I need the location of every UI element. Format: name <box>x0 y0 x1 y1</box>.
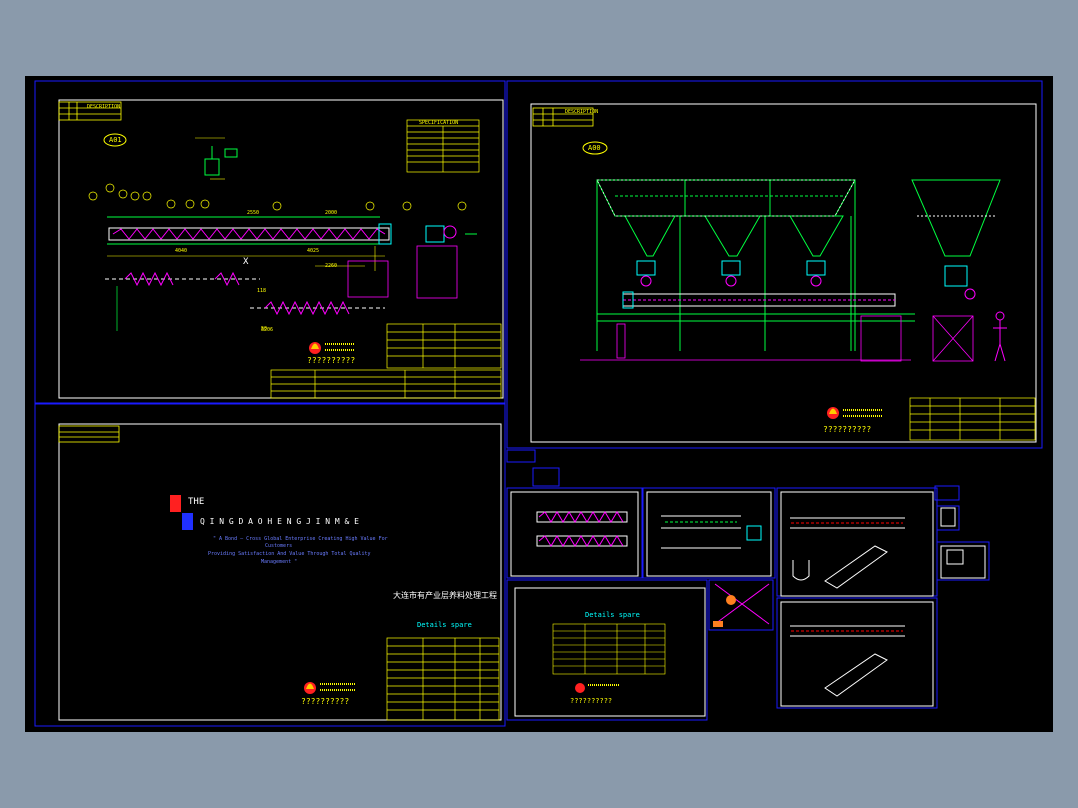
sheet-a00-border <box>530 103 1037 443</box>
drawing-svg <box>34 80 1043 727</box>
cover-table <box>386 637 500 721</box>
details-logo-mark <box>575 683 620 693</box>
a01-balloons <box>88 183 467 211</box>
a00-feeders <box>636 260 826 287</box>
a01-dim-6: 2260 <box>325 263 338 269</box>
a01-dim-8: 8206 <box>261 327 274 333</box>
cover-slogan-2: Customers <box>265 543 293 549</box>
a00-hoppers <box>596 179 915 351</box>
sheet-a00-frame <box>506 80 1043 449</box>
cover-project-cn: 大连市有产业层养料处理工程 <box>393 591 497 600</box>
a01-title-block-text: DESCRIPTION <box>87 104 121 110</box>
cover-brand-the: THE <box>188 497 205 507</box>
a00-sheet-label: A00 <box>588 144 601 152</box>
a00-company-name: ?????????? <box>823 425 872 434</box>
cover-project-sub: Details spare <box>417 621 472 629</box>
cover-brand-name: Q I N G D A O H E N G J I N M & E <box>200 517 359 526</box>
cover-slogan-4: Management " <box>261 559 298 565</box>
details-title: Details spare <box>585 611 640 619</box>
a01-dim-1: 4040 <box>175 248 188 254</box>
a01-company-name: ?????????? <box>307 356 356 365</box>
a01-section-detail <box>204 146 238 176</box>
cover-logo-mark <box>304 682 355 694</box>
cover-company-name: ?????????? <box>301 697 350 706</box>
sheet-a01-border <box>58 99 504 399</box>
a01-dim-3: 2550 <box>247 210 260 216</box>
a01-dim-2: 2000 <box>325 210 338 216</box>
a01-bom-table <box>270 323 502 399</box>
a00-side-hopper <box>911 179 1001 300</box>
a01-screw-exploded <box>105 271 385 331</box>
a01-spec-table <box>406 119 480 173</box>
a00-title-table <box>909 397 1036 441</box>
a00-logo-mark <box>827 407 883 419</box>
a01-logo-mark <box>309 342 355 354</box>
cover-slogan-1: " A Bond — Cross Global Enterprise Creat… <box>213 536 388 542</box>
a00-platforms <box>580 315 974 362</box>
a00-title-block-text: DESCRIPTION <box>565 109 599 115</box>
a00-conveyor <box>622 291 896 309</box>
cover-title-block <box>58 425 120 443</box>
a01-conveyor <box>107 216 392 245</box>
a00-hopper-frames <box>596 179 856 217</box>
a00-operator-figure <box>993 311 1007 362</box>
a01-section-mark: X <box>243 257 249 267</box>
a01-spec-header: SPECIFICATION <box>419 120 459 126</box>
details-company-name: ?????????? <box>570 697 613 705</box>
details-table <box>552 623 666 675</box>
cover-slogan-3: Providing Satisfaction And Value Through… <box>208 551 371 557</box>
cover-brand-blue-block <box>182 513 193 530</box>
a01-dim-7: 118 <box>257 288 267 294</box>
sheet-cover-border <box>58 423 502 721</box>
cover-brand-red-block <box>170 495 181 512</box>
cad-model-space[interactable]: A01 DESCRIPTION SPECIFICATION X 4040 200… <box>25 76 1053 732</box>
a01-sheet-label: A01 <box>109 136 122 144</box>
detail-sheet-frames <box>506 449 990 721</box>
a01-dim-4: 4025 <box>307 248 320 254</box>
